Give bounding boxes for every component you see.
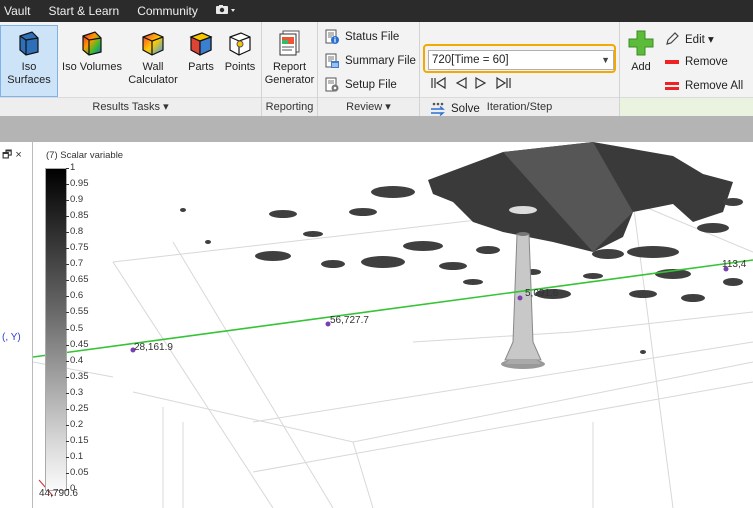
next-step-icon[interactable] <box>474 76 488 90</box>
scene-render <box>33 142 753 508</box>
probe-label: 44,790.6 <box>39 488 78 499</box>
reporting-label: Reporting <box>262 97 317 116</box>
legend-tick-label: 0.05 <box>66 466 89 478</box>
report-generator-icon <box>279 30 299 56</box>
setup-file-icon <box>325 77 339 92</box>
results-tasks-group: Iso Surfaces Iso Volumes Wall Calculator… <box>0 22 262 116</box>
reporting-group: Report Generator Reporting <box>262 22 318 116</box>
legend-tick-label: 0.2 <box>65 418 84 430</box>
setup-file-label: Setup File <box>345 79 397 91</box>
add-edit-label <box>620 97 753 116</box>
review-menu[interactable]: Review ▾ <box>318 97 419 116</box>
top-menu-bar: Vault Start & Learn Community <box>0 0 753 22</box>
iso-surfaces-label: Iso Surfaces <box>7 61 51 86</box>
probe-label: 56,727.7 <box>330 315 369 326</box>
axis-hint: (, Y) <box>2 332 21 343</box>
probe-label: 113,4 <box>722 259 747 270</box>
probe-label: 28,161.9 <box>134 342 173 353</box>
legend-colorbar <box>45 168 67 491</box>
panel-controls[interactable]: 🗗 × <box>2 146 22 165</box>
points-label: Points <box>224 61 256 73</box>
legend-tick-label: 0.7 <box>65 258 84 270</box>
status-file-button[interactable]: Status File <box>324 28 399 46</box>
legend-tick-label: 0.4 <box>65 354 84 366</box>
report-generator-label: Report Generator <box>264 61 315 86</box>
legend-tick-label: 0.75 <box>66 242 89 254</box>
previous-step-icon[interactable] <box>454 76 468 90</box>
legend-tick-label: 0.3 <box>65 386 84 398</box>
status-file-label: Status File <box>345 31 400 43</box>
summary-file-button[interactable]: Summary File <box>324 52 416 70</box>
probe-label: 5,091.6 <box>525 288 559 299</box>
legend-tick-label: 0.35 <box>66 370 89 382</box>
add-label: Add <box>631 61 651 73</box>
remove-all-icon <box>665 82 679 90</box>
plus-icon <box>628 30 654 56</box>
iso-volumes-icon <box>82 31 102 56</box>
remove-button[interactable]: Remove <box>664 53 728 71</box>
points-button[interactable]: Points <box>220 25 260 97</box>
summary-file-icon <box>325 53 339 68</box>
legend-tick-label: 1 <box>65 162 76 173</box>
iso-surfaces-icon <box>19 31 39 56</box>
review-group: Status File Summary File Setup File Revi… <box>318 22 420 116</box>
solve-label: Solve <box>451 103 480 115</box>
toolbar-strip <box>0 116 753 142</box>
legend-tick-label: 0.85 <box>66 210 89 222</box>
wall-calculator-label: Wall Calculator <box>128 61 178 86</box>
legend-tick-label: 0.45 <box>66 338 89 350</box>
3d-viewport[interactable]: (7) Scalar variable 1 0.95 0.9 0.85 0.8 0.75 0… <box>33 142 753 508</box>
step-navigation <box>430 76 512 90</box>
legend-tick-label: 0.9 <box>65 194 84 206</box>
points-icon <box>229 32 251 56</box>
scalar-fragments <box>180 186 743 354</box>
parts-button[interactable]: Parts <box>182 25 220 97</box>
legend-tick-label: 0.55 <box>66 306 89 318</box>
pencil-icon <box>666 32 679 45</box>
camera-icon[interactable] <box>207 4 245 19</box>
legend-tick-label: 0.6 <box>65 290 84 302</box>
remove-label: Remove <box>685 56 728 68</box>
first-step-icon[interactable] <box>430 76 448 90</box>
results-tasks-menu[interactable]: Results Tasks ▾ <box>0 97 261 116</box>
edit-button[interactable]: Edit ▾ <box>664 30 714 48</box>
menu-start-learn[interactable]: Start & Learn <box>39 4 128 18</box>
wall-calculator-button[interactable]: Wall Calculator <box>126 25 180 97</box>
legend-tick-label: 0.1 <box>65 450 84 462</box>
remove-all-button[interactable]: Remove All <box>664 77 743 95</box>
setup-file-button[interactable]: Setup File <box>324 76 397 94</box>
iteration-highlight <box>423 44 616 73</box>
iso-surfaces-button[interactable]: Iso Surfaces <box>0 25 58 97</box>
menu-community[interactable]: Community <box>128 4 207 18</box>
iso-volumes-label: Iso Volumes <box>62 61 122 73</box>
last-step-icon[interactable] <box>494 76 512 90</box>
wall-calculator-icon <box>142 32 164 56</box>
status-file-icon <box>325 29 339 44</box>
remove-icon <box>665 60 679 64</box>
solve-icon <box>431 102 445 117</box>
menu-vault[interactable]: Vault <box>0 4 39 18</box>
add-button[interactable]: Add <box>623 25 659 97</box>
legend-tick-label: 0.65 <box>66 274 89 286</box>
parts-label: Parts <box>188 61 214 73</box>
report-generator-button[interactable]: Report Generator <box>263 25 316 97</box>
legend-tick-label: 0.5 <box>65 322 84 334</box>
legend-tick-label: 0.15 <box>66 434 89 446</box>
iso-volumes-button[interactable]: Iso Volumes <box>60 25 124 97</box>
summary-file-label: Summary File <box>345 55 416 67</box>
edit-label: Edit ▾ <box>685 34 714 46</box>
parts-icon <box>189 32 213 56</box>
remove-all-label: Remove All <box>685 80 744 92</box>
probe-points <box>130 266 729 353</box>
legend-title: (7) Scalar variable <box>46 150 124 161</box>
legend-tick-label: 0.25 <box>66 402 89 414</box>
legend-tick-label: 0.8 <box>65 226 84 238</box>
ribbon: Iso Surfaces Iso Volumes Wall Calculator… <box>0 22 753 117</box>
legend-tick-label: 0.95 <box>66 178 89 190</box>
add-edit-group: Add Edit ▾ Remove Remove All <box>620 22 753 116</box>
left-panel: 🗗 × (, Y) <box>0 142 33 508</box>
